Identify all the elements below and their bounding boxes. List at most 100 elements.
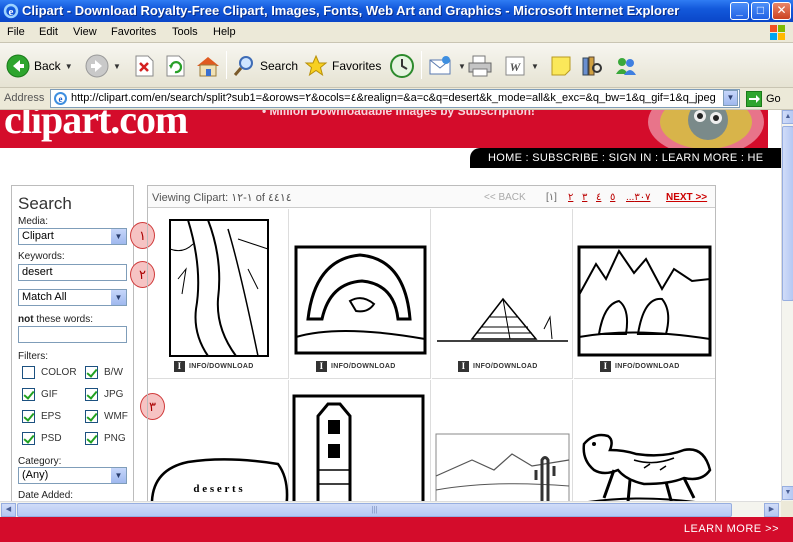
match-value: Match All <box>22 291 67 303</box>
checkbox-png[interactable] <box>85 432 98 445</box>
mail-dropdown-icon[interactable]: ▼ <box>458 62 466 71</box>
edit-word-button[interactable]: W ▼ <box>503 51 539 81</box>
viewing-count: Viewing Clipart: ١-١٢ of ٤٤١٤ <box>152 192 292 204</box>
checkbox-psd[interactable] <box>22 432 35 445</box>
refresh-button[interactable] <box>164 51 186 81</box>
filter-eps[interactable]: EPS <box>22 410 61 423</box>
menu-edit[interactable]: Edit <box>39 26 58 38</box>
clipart-thumbnail-tower[interactable] <box>290 380 431 501</box>
checkbox-color[interactable] <box>22 366 35 379</box>
result-cell[interactable] <box>432 380 573 501</box>
info-download-link[interactable]: I INFO/DOWNLOAD <box>174 361 254 372</box>
result-cell[interactable]: I INFO/DOWNLOAD <box>290 209 431 379</box>
svg-text:W: W <box>510 60 522 74</box>
go-button[interactable]: Go <box>746 91 781 107</box>
home-icon <box>197 57 219 77</box>
forward-button[interactable]: ▼ <box>85 51 121 81</box>
keywords-input[interactable]: desert <box>18 264 127 281</box>
filter-color[interactable]: COLOR <box>22 366 77 379</box>
not-words-label: not these words: <box>18 314 93 325</box>
menu-help[interactable]: Help <box>213 26 236 38</box>
clipart-thumbnail-ferret[interactable] <box>574 380 715 501</box>
result-cell[interactable]: I INFO/DOWNLOAD <box>432 209 573 379</box>
info-download-label: INFO/DOWNLOAD <box>189 363 254 370</box>
scroll-left-button[interactable]: ◀ <box>1 503 16 517</box>
media-label: Media: <box>18 216 49 227</box>
scroll-right-button[interactable]: ▶ <box>764 503 779 517</box>
horizontal-scroll-thumb[interactable]: ||| <box>17 503 732 517</box>
back-link[interactable]: << BACK <box>484 192 526 203</box>
messenger-button[interactable] <box>613 51 639 81</box>
clipart-thumbnail-desert-cactus[interactable] <box>432 380 573 501</box>
clipart-thumbnail-arch[interactable] <box>290 209 431 359</box>
window-title: Clipart - Download Royalty-Free Clipart,… <box>22 3 680 18</box>
clipart-thumbnail-rock-formation[interactable] <box>574 209 715 359</box>
menu-favorites[interactable]: Favorites <box>111 26 156 38</box>
research-button[interactable] <box>580 51 604 81</box>
page-link-3[interactable]: ٣ <box>582 192 587 203</box>
checkbox-jpg[interactable] <box>85 388 98 401</box>
menu-view[interactable]: View <box>73 26 97 38</box>
scroll-up-button[interactable]: ▲ <box>782 110 793 124</box>
forward-dropdown-icon[interactable]: ▼ <box>113 62 121 71</box>
page-link-last[interactable]: ...٣٠٧ <box>626 192 650 203</box>
info-download-label: INFO/DOWNLOAD <box>473 363 538 370</box>
address-input[interactable]: e http://clipart.com/en/search/split?sub… <box>50 89 740 108</box>
category-select[interactable]: (Any) ▼ <box>18 467 127 484</box>
close-button[interactable]: ✕ <box>772 2 791 20</box>
stop-button[interactable] <box>133 51 155 81</box>
top-navigation[interactable]: HOME : SUBSCRIBE : SIGN IN : LEARN MORE … <box>470 148 781 168</box>
menu-tools[interactable]: Tools <box>172 26 198 38</box>
clipart-thumbnail-canyon[interactable] <box>148 209 289 359</box>
checkbox-gif[interactable] <box>22 388 35 401</box>
checkbox-eps[interactable] <box>22 410 35 423</box>
filter-png[interactable]: PNG <box>85 432 126 445</box>
learn-more-link[interactable]: LEARN MORE >> <box>684 523 779 535</box>
filter-jpg[interactable]: JPG <box>85 388 123 401</box>
result-cell[interactable]: I INFO/DOWNLOAD <box>148 209 289 379</box>
search-button[interactable]: Search <box>232 51 298 81</box>
page-link-5[interactable]: ٥ <box>610 192 615 203</box>
info-download-link[interactable]: I INFO/DOWNLOAD <box>600 361 680 372</box>
next-link[interactable]: NEXT >> <box>666 192 707 203</box>
page-link-2[interactable]: ٢ <box>568 192 573 203</box>
page-link-4[interactable]: ٤ <box>596 192 601 203</box>
home-button[interactable] <box>195 51 221 81</box>
filter-psd[interactable]: PSD <box>22 432 62 445</box>
clipart-logo[interactable]: clipart.com <box>4 110 188 143</box>
discuss-button[interactable] <box>549 51 573 81</box>
result-cell[interactable] <box>574 380 715 501</box>
filter-bw[interactable]: B/W <box>85 366 123 379</box>
filter-gif[interactable]: GIF <box>22 388 58 401</box>
maximize-button[interactable]: □ <box>751 2 770 20</box>
media-select[interactable]: Clipart ▼ <box>18 228 127 245</box>
result-cell[interactable] <box>290 380 431 501</box>
research-books-icon <box>582 56 602 76</box>
result-cell[interactable]: I INFO/DOWNLOAD <box>574 209 715 379</box>
info-download-link[interactable]: I INFO/DOWNLOAD <box>458 361 538 372</box>
back-button[interactable]: Back ▼ <box>6 51 73 81</box>
checkbox-bw[interactable] <box>85 366 98 379</box>
clipart-thumbnail-desert-text[interactable]: d e s e r t s <box>148 380 289 501</box>
edit-dropdown-icon[interactable]: ▼ <box>531 62 539 71</box>
vertical-scrollbar[interactable]: ▲ ▼ <box>781 110 793 501</box>
minimize-button[interactable]: _ <box>730 2 749 20</box>
not-words-input[interactable] <box>18 326 127 343</box>
vertical-scroll-thumb[interactable] <box>782 126 793 301</box>
match-select[interactable]: Match All ▼ <box>18 289 127 306</box>
favorites-button[interactable]: Favorites <box>304 51 381 81</box>
mail-button[interactable]: ▼ <box>428 51 466 81</box>
menu-file[interactable]: File <box>7 26 25 38</box>
checkbox-wmf[interactable] <box>85 410 98 423</box>
windows-logo-icon <box>770 25 785 40</box>
result-cell[interactable]: d e s e r t s <box>148 380 289 501</box>
print-button[interactable] <box>467 51 493 81</box>
history-button[interactable] <box>389 51 415 81</box>
clipart-thumbnail-pyramid[interactable] <box>432 209 573 359</box>
info-download-link[interactable]: I INFO/DOWNLOAD <box>316 361 396 372</box>
address-dropdown-button[interactable]: ▼ <box>723 90 738 106</box>
filter-wmf[interactable]: WMF <box>85 410 128 423</box>
back-dropdown-icon[interactable]: ▼ <box>65 62 73 71</box>
scroll-down-button[interactable]: ▼ <box>782 486 793 500</box>
horizontal-scrollbar[interactable]: ◀ ||| ▶ <box>0 501 781 517</box>
